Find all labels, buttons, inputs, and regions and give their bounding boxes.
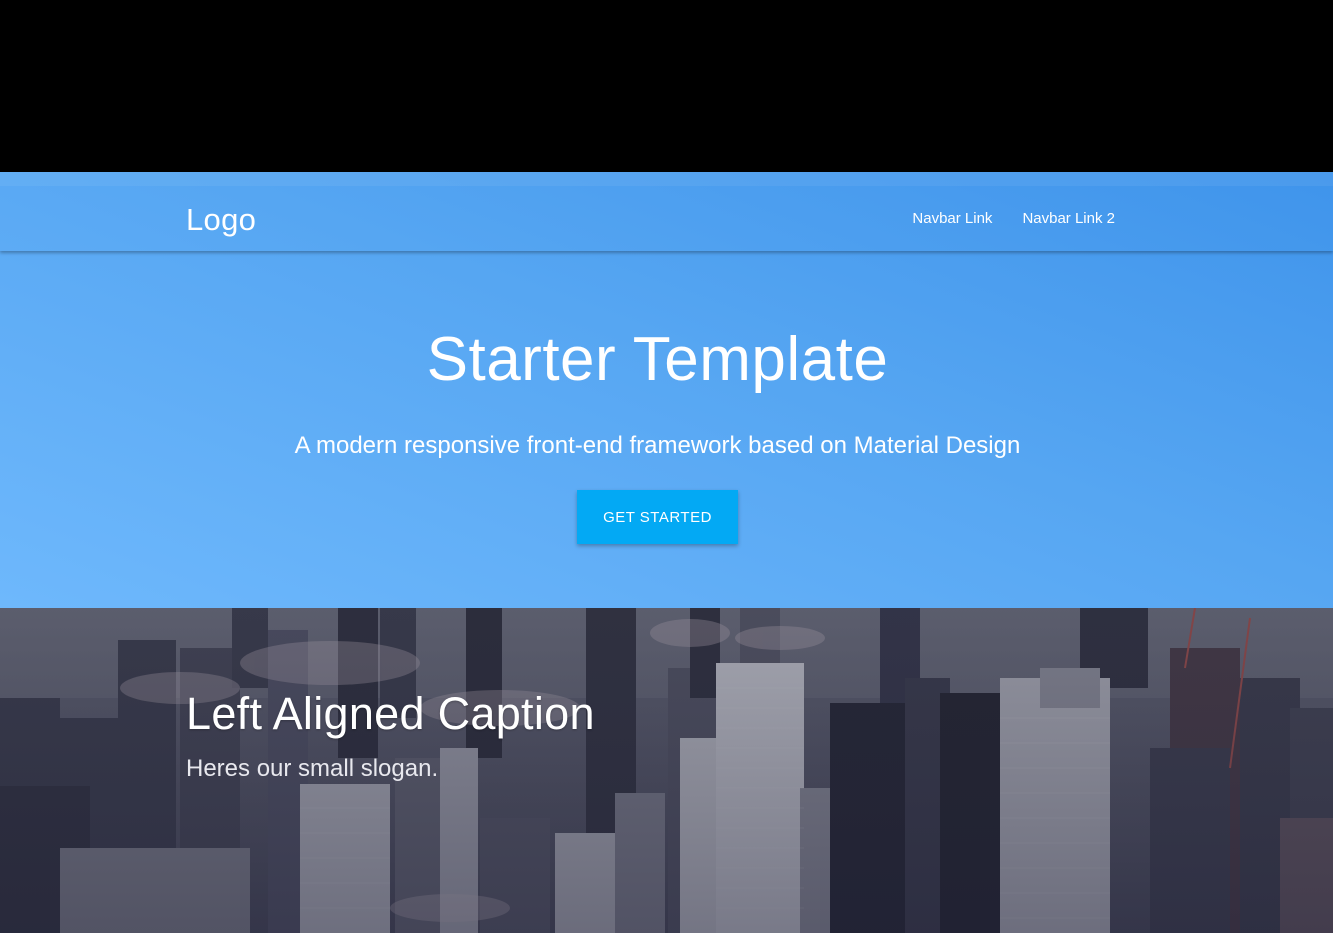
hero-title: Starter Template	[426, 325, 889, 394]
parallax-section: Left Aligned Caption Heres our small slo…	[0, 608, 1333, 933]
caption-slogan: Heres our small slogan.	[186, 755, 439, 782]
get-started-button[interactable]: GET STARTED	[577, 490, 738, 544]
hero-subtitle: A modern responsive front-end framework …	[294, 432, 1021, 459]
navbar-link-1[interactable]: Navbar Link	[912, 210, 992, 227]
logo-link[interactable]: Logo	[186, 202, 256, 238]
navbar-link-2[interactable]: Navbar Link 2	[1022, 210, 1115, 227]
navbar: Logo Navbar Link Navbar Link 2	[0, 172, 1333, 251]
blank-top-area	[0, 0, 1333, 172]
nav-links: Navbar Link Navbar Link 2	[912, 210, 1115, 227]
hero-section: Logo Navbar Link Navbar Link 2 Starter T…	[0, 172, 1333, 608]
caption-title: Left Aligned Caption	[186, 688, 595, 739]
